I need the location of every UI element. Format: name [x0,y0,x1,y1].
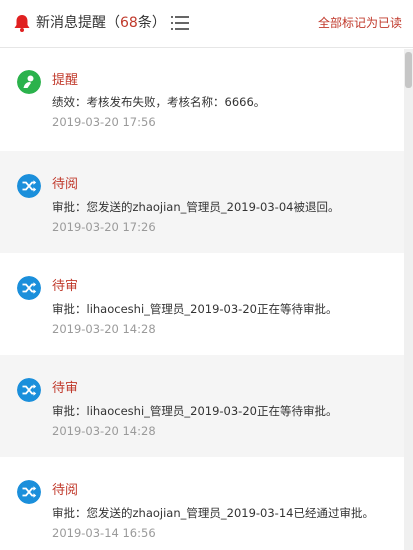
message-item[interactable]: 提醒 绩效：考核发布失败，考核名称：6666。 2019-03-20 17:56 [0,49,404,151]
message-time: 2019-03-20 17:26 [52,220,156,234]
shuffle-icon [17,378,41,402]
shuffle-icon [17,276,41,300]
mark-all-read-link[interactable]: 全部标记为已读 [318,15,402,31]
title-prefix: 新消息提醒（ [36,15,120,31]
message-type: 待审 [52,381,79,396]
page-title: 新消息提醒（68条） [36,14,166,32]
header: 新消息提醒（68条） 全部标记为已读 [0,0,413,48]
message-text: 审批：lihaoceshi_管理员_2019-03-20正在等待审批。 [52,302,338,316]
message-time: 2019-03-20 14:28 [52,424,156,438]
message-type: 待阅 [52,177,79,192]
message-text: 审批：您发送的zhaojian_管理员_2019-03-14已经通过审批。 [52,506,374,520]
message-list: 提醒 绩效：考核发布失败，考核名称：6666。 2019-03-20 17:56… [0,49,404,550]
scrollbar-thumb[interactable] [405,52,412,88]
message-text: 绩效：考核发布失败，考核名称：6666。 [52,95,266,109]
user-icon [17,70,41,94]
list-menu-icon[interactable] [171,15,189,31]
message-item[interactable]: 待阅 审批：您发送的zhaojian_管理员_2019-03-14已经通过审批。… [0,457,404,550]
scrollbar[interactable] [404,49,413,550]
shuffle-icon [17,480,41,504]
message-time: 2019-03-14 16:56 [52,526,156,540]
message-time: 2019-03-20 17:56 [52,115,156,129]
message-item[interactable]: 待审 审批：lihaoceshi_管理员_2019-03-20正在等待审批。 2… [0,253,404,355]
message-item[interactable]: 待阅 审批：您发送的zhaojian_管理员_2019-03-04被退回。 20… [0,151,404,253]
title-suffix: 条） [137,15,166,31]
message-type: 待审 [52,279,79,294]
message-time: 2019-03-20 14:28 [52,322,156,336]
bell-icon [14,15,30,32]
message-item[interactable]: 待审 审批：lihaoceshi_管理员_2019-03-20正在等待审批。 2… [0,355,404,457]
unread-count: 68 [120,15,138,31]
shuffle-icon [17,174,41,198]
message-text: 审批：lihaoceshi_管理员_2019-03-20正在等待审批。 [52,404,338,418]
message-type: 提醒 [52,73,79,88]
message-text: 审批：您发送的zhaojian_管理员_2019-03-04被退回。 [52,200,340,214]
message-type: 待阅 [52,483,79,498]
